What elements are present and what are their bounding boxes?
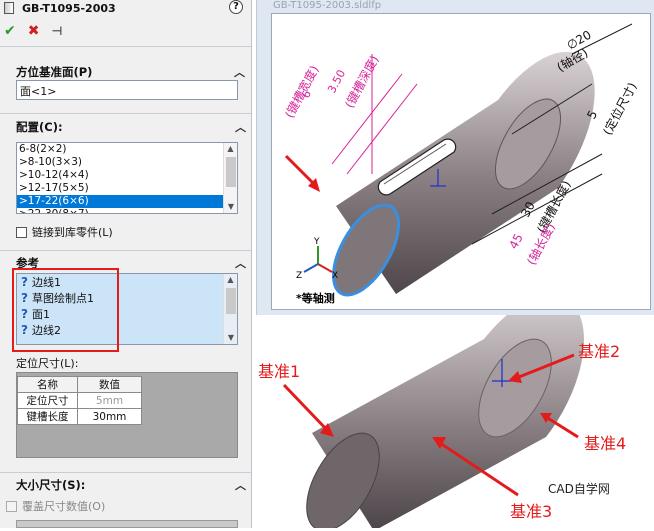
configuration-item[interactable]: >12-17(5×5) [17,182,223,195]
view-orientation-label: *等轴测 [296,291,335,305]
property-manager-panel: GB-T1095-2003 ? ✔ ✖ ⊣ 方位基准面(P) ︿ 面<1> 配置… [0,0,252,528]
reference-scrollbar[interactable]: ▲ ▼ [223,274,237,344]
watermark-text: CAD自学网 [548,481,610,496]
configuration-item[interactable]: >10-12(4×4) [17,169,223,182]
pin-icon[interactable]: ⊣ [51,24,62,38]
scroll-up-icon[interactable]: ▲ [224,143,237,155]
link-library-label: 链接到库零件(L) [32,226,113,239]
link-library-checkbox[interactable] [16,226,27,238]
total-len-dim-value: 45 [506,231,526,251]
datum-drawing: 基准1 基准2 基准3 基准4 CAD自学网 [258,295,626,531]
collapse-caret-icon[interactable]: ︿ [235,119,246,135]
axis-x-label: X [332,271,338,281]
table-row[interactable]: 定位尺寸 5mm [17,392,142,409]
feature-title: GB-T1095-2003 [22,1,116,15]
orientation-face-field[interactable]: 面<1> [16,80,238,100]
feature-title-bar: GB-T1095-2003 [0,0,251,16]
datum-label-3: 基准3 [510,502,552,521]
document-title: GB-T1095-2003.sldlfp [273,0,382,11]
depth-dim-text: (键槽深度) [341,53,381,111]
scroll-up-icon[interactable]: ▲ [224,274,237,286]
configuration-list[interactable]: 6-8(2×2) >8-10(3×3) >10-12(4×4) >12-17(5×5)… [16,142,238,214]
depth-dim-value: 3.50 [325,68,348,96]
model-drawing: (键槽宽度) 6 3.50 (键槽深度) ∅20 (轴径) 5 (定位尺寸) 3… [281,23,640,305]
size-dims-header-label: 大小尺寸(S): [16,478,86,492]
cancel-icon[interactable]: ✖ [28,23,40,39]
pointer-arrow [284,154,318,188]
locating-dims-table[interactable]: 名称 数值 定位尺寸 5mm 键槽长度 30mm [17,376,142,425]
configuration-header-label: 配置(C): [16,120,63,134]
datum-label-4: 基准4 [584,434,626,453]
locating-dims-header: 定位尺寸(L): [16,357,79,370]
axis-y-label: Y [313,237,320,247]
configuration-scrollbar[interactable]: ▲ ▼ [223,143,237,213]
configuration-item[interactable]: 6-8(2×2) [17,143,223,156]
col-value-header: 数值 [77,376,142,393]
datum-illustration: 基准1 基准2 基准3 基准4 CAD自学网 [256,295,654,531]
dim-name: 定位尺寸 [17,392,78,409]
override-dims-label: 覆盖尺寸数值(O) [22,500,106,513]
library-feature-icon [4,2,14,14]
configuration-item[interactable]: >17-22(6×6) [17,195,223,208]
table-row[interactable]: 键槽长度 30mm [17,408,142,425]
configuration-item[interactable]: >8-10(3×3) [17,156,223,169]
collapse-caret-icon[interactable]: ︿ [235,477,246,493]
ok-icon[interactable]: ✔ [4,23,16,39]
size-dims-table-edge [16,520,238,528]
dim-value[interactable]: 30mm [77,408,142,425]
dim-value[interactable]: 5mm [77,392,142,409]
link-library-checkbox-row[interactable]: 链接到库零件(L) [16,224,113,240]
orientation-header-label: 方位基准面(P) [16,65,93,79]
scroll-down-icon[interactable]: ▼ [224,332,237,344]
collapse-caret-icon[interactable]: ︿ [235,255,246,271]
axis-triad-icon: Y X Z [296,237,338,281]
action-bar: ✔ ✖ ⊣ [0,16,251,46]
orientation-face-value: 面<1> [20,85,57,98]
dim-name: 键槽长度 [17,408,78,425]
configuration-item[interactable]: >22-30(8×7) [17,208,223,213]
size-dims-section-header[interactable]: 大小尺寸(S): ︿ [0,474,251,496]
datum-label-1: 基准1 [258,362,300,381]
configuration-section-header[interactable]: 配置(C): ︿ [0,116,251,138]
col-name-header: 名称 [17,376,78,393]
scroll-down-icon[interactable]: ▼ [224,201,237,213]
highlight-box [12,268,119,352]
axis-z-label: Z [296,271,302,281]
graphics-view-top: GB-T1095-2003.sldlfp (键槽宽度) 6 3.50 (键槽深度… [256,0,654,315]
datum-label-2: 基准2 [578,342,620,361]
collapse-caret-icon[interactable]: ︿ [234,64,245,80]
model-viewport[interactable]: (键槽宽度) 6 3.50 (键槽深度) ∅20 (轴径) 5 (定位尺寸) 3… [271,13,651,310]
override-dims-checkbox[interactable] [6,500,17,512]
override-dims-checkbox-row[interactable]: 覆盖尺寸数值(O) [6,498,105,514]
locate-dim-text: (定位尺寸) [599,80,639,138]
help-icon[interactable]: ? [229,0,243,14]
